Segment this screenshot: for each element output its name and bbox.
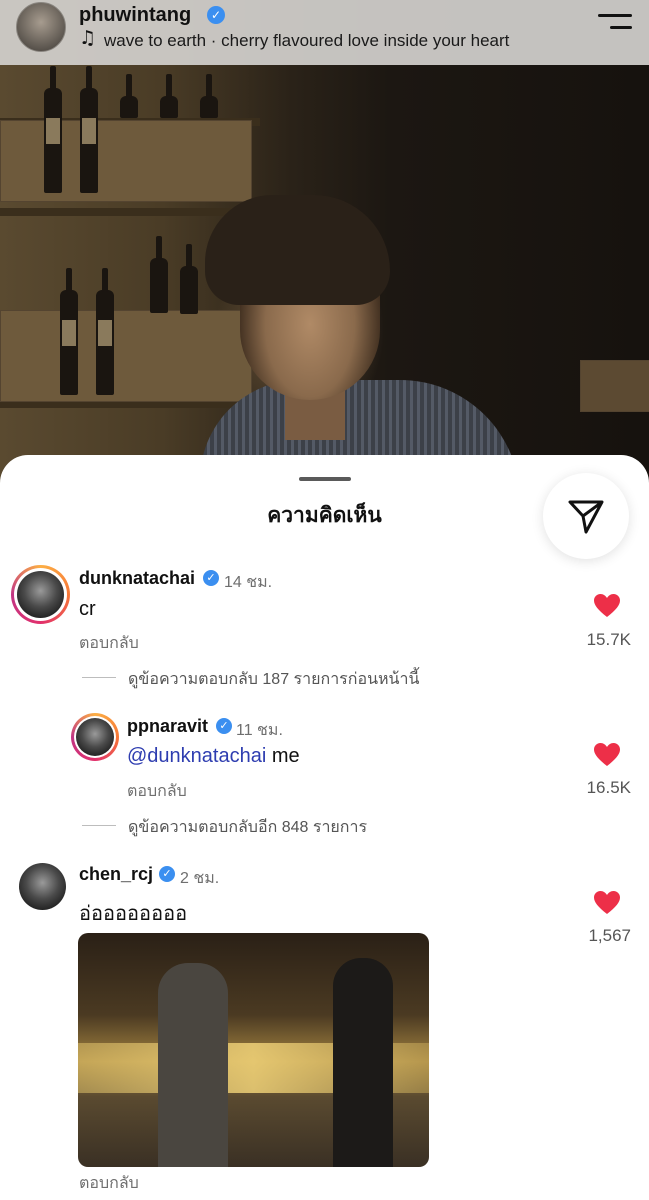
comment-time: 2 ชม. [180, 870, 220, 887]
heart-icon[interactable] [594, 891, 620, 915]
avatar[interactable] [71, 713, 119, 761]
share-button[interactable] [543, 473, 629, 559]
comment-username[interactable]: ppnaravit [127, 716, 208, 737]
comments-sheet: ความคิดเห็น dunknatachai ✓ 14 ชม. cr ตอบ… [0, 455, 649, 1200]
comment-time: 14 ชม. [224, 574, 273, 591]
menu-icon[interactable] [598, 14, 632, 38]
profile-avatar[interactable] [16, 2, 66, 52]
mention-link[interactable]: @dunknatachai [127, 745, 266, 767]
comment-time: 11 ชม. [236, 722, 283, 739]
like-count: 15.7K [586, 630, 631, 649]
post-photo [0, 0, 649, 520]
comment-username[interactable]: chen_rcj [79, 864, 153, 885]
heart-icon[interactable] [594, 743, 620, 767]
verified-badge-icon: ✓ [207, 6, 225, 24]
comment-text: cr [79, 598, 96, 620]
comment-image[interactable] [78, 933, 429, 1167]
verified-badge-icon: ✓ [203, 570, 219, 586]
heart-icon[interactable] [594, 594, 620, 618]
reply-button[interactable]: ตอบกลับ [79, 631, 139, 656]
comment-username[interactable]: dunknatachai [79, 568, 195, 589]
avatar[interactable] [19, 863, 66, 910]
profile-username[interactable]: phuwintang [79, 4, 191, 27]
verified-badge-icon: ✓ [159, 866, 175, 882]
send-icon [568, 500, 604, 534]
comment-text: @dunknatachai me [127, 745, 300, 767]
story-header: phuwintang ✓ ♫ wave to earth · cherry fl… [0, 0, 649, 65]
sheet-drag-handle[interactable] [299, 477, 351, 481]
avatar[interactable] [11, 565, 70, 624]
song-title[interactable]: wave to earth · cherry flavoured love in… [104, 31, 509, 51]
comment-text: อ่ออออออออ [79, 903, 188, 925]
music-note-icon: ♫ [79, 27, 97, 49]
reply-button[interactable]: ตอบกลับ [79, 1171, 139, 1196]
reply-button[interactable]: ตอบกลับ [127, 779, 187, 804]
like-count: 16.5K [586, 778, 631, 797]
view-more-replies-button[interactable]: ดูข้อความตอบกลับอีก 848 รายการ [128, 815, 367, 840]
like-count: 1,567 [588, 926, 631, 945]
verified-badge-icon: ✓ [216, 718, 232, 734]
view-replies-button[interactable]: ดูข้อความตอบกลับ 187 รายการก่อนหน้านี้ [128, 667, 419, 692]
